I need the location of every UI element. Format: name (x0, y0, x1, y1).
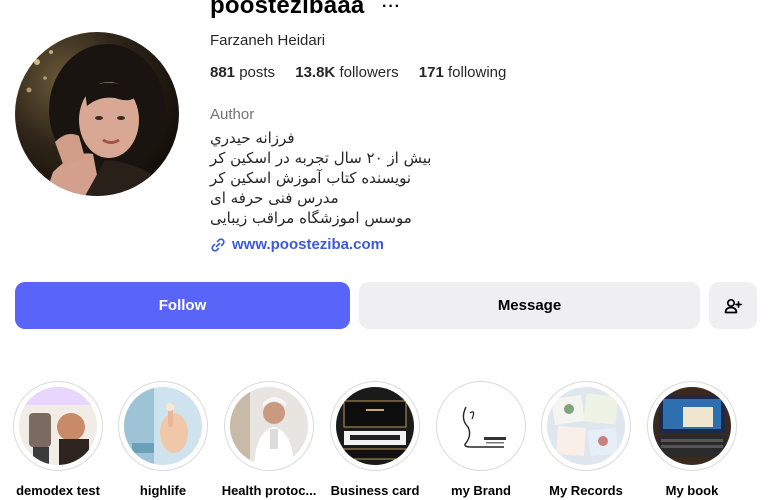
bio-line: موسس اموزشگاه مراقب زیبایی (210, 209, 412, 227)
website-link[interactable]: www.poosteziba.com (210, 236, 384, 253)
story-highlight[interactable]: my Brand (435, 381, 527, 498)
username: poostezibaaa (210, 0, 365, 19)
story-highlight[interactable]: demodex test (12, 381, 104, 498)
bio-line: مدرس فنی حرفه ای (210, 189, 339, 207)
profile-avatar[interactable] (15, 32, 179, 196)
highlight-ring (541, 381, 631, 471)
highlight-ring (330, 381, 420, 471)
avatar-image (15, 32, 179, 196)
highlight-label: Business card (330, 483, 420, 498)
highlight-label: my Brand (451, 483, 511, 498)
suggest-accounts-button[interactable] (709, 282, 757, 329)
story-highlight[interactable]: My Records (540, 381, 632, 498)
highlight-label: Health protoc... (221, 483, 317, 498)
add-person-icon (724, 298, 742, 313)
story-highlight[interactable]: My book (646, 381, 738, 498)
highlight-cover (124, 387, 202, 465)
highlight-ring (647, 381, 737, 471)
bio-line: بیش از ۲۰ سال تجربه در اسکین کر (210, 149, 432, 167)
website-url: www.poosteziba.com (232, 236, 384, 253)
followers-count: 13.8K (295, 64, 336, 81)
highlight-label: highlife (139, 483, 187, 498)
highlight-cover (336, 387, 414, 465)
more-options-icon[interactable]: ··· (382, 0, 401, 16)
posts-stat: 881 posts (210, 64, 275, 81)
highlight-label: My book (665, 483, 719, 498)
posts-count: 881 (210, 64, 236, 81)
followers-label: followers (339, 64, 399, 81)
bio-line: فرزانه حیدري (210, 129, 295, 147)
story-highlight[interactable]: Business card (329, 381, 421, 498)
profile-category: Author (210, 106, 255, 123)
highlight-cover (547, 387, 625, 465)
message-button[interactable]: Message (359, 282, 700, 329)
highlight-cover (653, 387, 731, 465)
story-highlight[interactable]: Health protoc... (222, 381, 316, 498)
highlight-cover (19, 387, 97, 465)
profile-bio: فرزانه حیدري بیش از ۲۰ سال تجربه در اسکی… (210, 128, 431, 228)
following-label: following (448, 64, 507, 81)
highlight-ring (13, 381, 103, 471)
following-stat[interactable]: 171 following (419, 64, 507, 81)
profile-stats: 881 posts 13.8K followers 171 following (210, 64, 522, 81)
followers-stat[interactable]: 13.8K followers (295, 64, 398, 81)
story-highlight[interactable]: highlife (117, 381, 209, 498)
highlight-ring (118, 381, 208, 471)
bio-line: نویسنده کتاب آموزش اسکین کر (210, 169, 412, 187)
posts-label: posts (239, 64, 276, 81)
link-icon (211, 237, 225, 252)
highlight-label: My Records (549, 483, 623, 498)
full-name: Farzaneh Heidari (210, 32, 326, 49)
following-count: 171 (418, 64, 444, 81)
highlight-ring (436, 381, 526, 471)
follow-button[interactable]: Follow (15, 282, 350, 329)
highlight-label: demodex test (16, 483, 100, 498)
highlight-ring (224, 381, 314, 471)
highlight-cover (230, 387, 308, 465)
highlight-cover (442, 387, 520, 465)
